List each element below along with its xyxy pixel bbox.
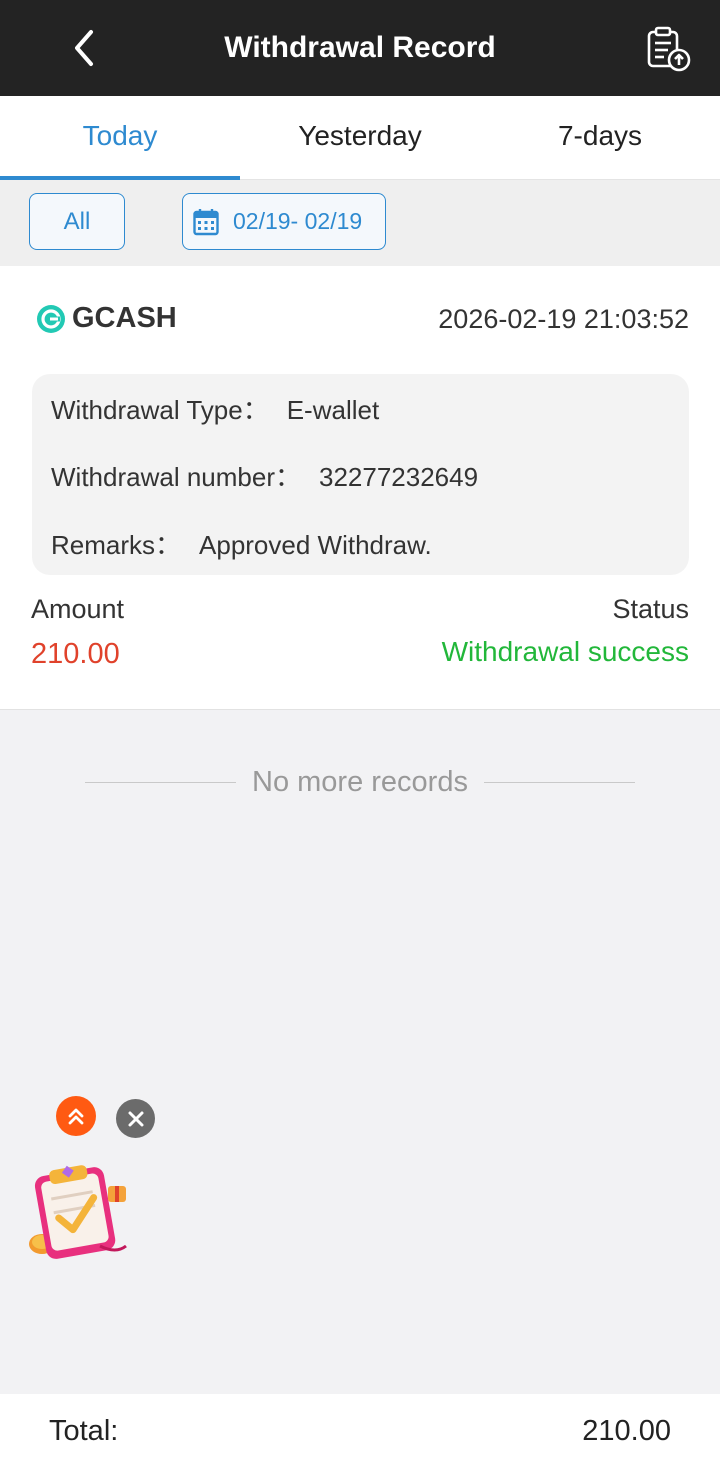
amount-value: 210.00 xyxy=(31,638,120,670)
export-records-button[interactable] xyxy=(640,22,696,76)
withdrawal-type-value: E-wallet xyxy=(286,395,380,425)
double-chevron-up-icon xyxy=(68,1108,84,1125)
date-range-button[interactable]: 02/19- 02/19 xyxy=(182,193,386,250)
remarks-value: Approved Withdraw. xyxy=(199,530,432,560)
calendar-icon xyxy=(193,208,219,235)
back-button[interactable] xyxy=(60,24,108,72)
withdrawal-record-card[interactable]: GCASH 2026-02-19 21:03:52 Withdrawal Typ… xyxy=(0,266,720,710)
gcash-logo-icon xyxy=(37,304,65,333)
total-bar: Total: 210.00 xyxy=(0,1394,720,1471)
withdrawal-type-label: Withdrawal Type： xyxy=(51,395,269,425)
header-bar: Withdrawal Record xyxy=(0,0,720,96)
tab-7-days[interactable]: 7-days xyxy=(480,96,720,179)
promo-widget[interactable] xyxy=(26,1160,134,1264)
page-title: Withdrawal Record xyxy=(224,31,496,64)
clipboard-upload-icon xyxy=(647,26,691,72)
divider-left xyxy=(85,781,237,783)
payment-method: GCASH xyxy=(36,302,177,335)
list-end-indicator: No more records xyxy=(85,762,635,802)
remarks-row: Remarks： Approved Withdraw. xyxy=(51,525,432,562)
withdrawal-number-label: Withdrawal number： xyxy=(51,462,301,492)
status-value: Withdrawal success xyxy=(441,636,689,667)
close-promo-button[interactable] xyxy=(116,1099,155,1138)
type-filter-button[interactable]: All xyxy=(29,193,125,250)
withdrawal-number-row: Withdrawal number： 32277232649 xyxy=(51,457,478,494)
divider-right xyxy=(483,781,635,783)
date-tabs: Today Yesterday 7-days xyxy=(0,96,720,180)
total-value: 210.00 xyxy=(582,1415,671,1447)
status-label: Status xyxy=(612,594,689,624)
scroll-top-button[interactable] xyxy=(56,1096,96,1136)
record-datetime: 2026-02-19 21:03:52 xyxy=(438,304,689,334)
tab-today[interactable]: Today xyxy=(0,96,240,180)
record-details-box: Withdrawal Type： E-wallet Withdrawal numb… xyxy=(32,374,689,575)
withdrawal-number-value: 32277232649 xyxy=(318,462,479,492)
withdrawal-type-row: Withdrawal Type： E-wallet xyxy=(51,390,379,427)
filter-bar: All 02/19- 02/19 xyxy=(0,180,720,266)
total-label: Total: xyxy=(49,1415,119,1447)
tab-yesterday[interactable]: Yesterday xyxy=(240,96,480,179)
payment-method-name: GCASH xyxy=(72,302,177,334)
no-more-records-text: No more records xyxy=(252,765,468,798)
date-range-label: 02/19- 02/19 xyxy=(233,208,363,234)
close-icon xyxy=(128,1111,143,1126)
promo-checklist-icon xyxy=(29,1165,127,1259)
back-arrow-icon xyxy=(75,30,93,66)
amount-label: Amount xyxy=(31,594,125,624)
remarks-label: Remarks： xyxy=(51,530,182,560)
